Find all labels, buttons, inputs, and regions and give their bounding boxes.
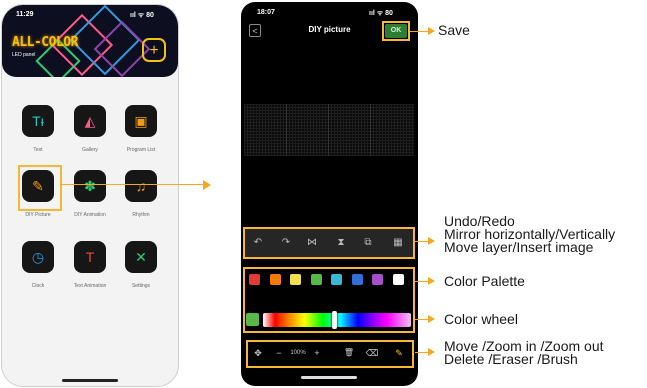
app-tile-gallery[interactable]: ◭	[74, 105, 106, 137]
clock-icon: ◷	[31, 248, 45, 265]
app-tile-clock[interactable]: ◷	[22, 241, 54, 273]
pointer-line-palette	[415, 281, 428, 282]
program-list-icon: ▣	[134, 112, 148, 129]
pointer-line-save	[410, 31, 428, 32]
app-label: DIY Picture	[25, 212, 51, 218]
diy-animation-icon: ✽	[84, 177, 96, 194]
label-move-insert: Move layer/Insert image	[444, 239, 594, 255]
label-delete-eraser-brush: Delete /Eraser /Brush	[444, 351, 578, 367]
highlight-box-palette	[243, 267, 415, 333]
connector-arrow-line	[60, 184, 204, 185]
canvas-divider	[286, 104, 287, 156]
app-label: Text Animation	[73, 283, 107, 289]
add-button[interactable]: +	[142, 38, 166, 62]
text-icon: Tᵼ	[32, 113, 44, 129]
highlight-box-ok	[382, 21, 410, 41]
pointer-head-save	[428, 27, 435, 35]
connector-arrow-head	[203, 180, 211, 190]
status-time: 18:07	[257, 9, 275, 16]
app-label: Program List	[126, 147, 156, 153]
app-label: Clock	[31, 283, 45, 289]
app-tile-text-animation[interactable]: T	[74, 241, 106, 273]
app-tile-rhythm[interactable]: ♫	[125, 170, 157, 202]
pointer-line-bottom	[415, 352, 428, 353]
home-indicator	[62, 379, 118, 382]
left-phone-screen: 11:29 ııl ᯤ 80 ALL-COLOR LED panel + Tᵼ T…	[1, 4, 179, 387]
app-tile-settings[interactable]: ✕	[125, 241, 157, 273]
app-tile-diy-animation[interactable]: ✽	[74, 170, 106, 202]
app-tile-text[interactable]: Tᵼ	[22, 105, 54, 137]
text-animation-icon: T	[85, 249, 95, 265]
app-tile-program-list[interactable]: ▣	[125, 105, 157, 137]
pointer-head-toolbar	[428, 237, 435, 245]
app-header: 11:29 ııl ᯤ 80 ALL-COLOR LED panel +	[2, 5, 178, 77]
pixel-canvas[interactable]	[244, 104, 414, 156]
canvas-divider	[328, 104, 329, 156]
highlight-box-diy-picture	[18, 165, 62, 211]
highlight-box-bottom-tools	[246, 340, 414, 368]
rhythm-icon: ♫	[135, 178, 147, 194]
label-save: Save	[438, 22, 470, 38]
home-indicator	[301, 376, 357, 379]
status-icons: ııl ᯤ 80	[369, 10, 393, 17]
pointer-line-toolbar	[415, 241, 428, 242]
pointer-head-bottom	[428, 348, 435, 356]
settings-icon: ✕	[135, 248, 147, 265]
canvas-divider	[370, 104, 371, 156]
brand-logo: ALL-COLOR	[12, 35, 78, 50]
right-phone-screen: 18:07 ııl ᯤ 80 < DIY picture OK ↶ ↷ ⋈ ⧗ ⧉ ▦ ✥…	[241, 2, 418, 386]
app-label: Text	[33, 147, 43, 153]
highlight-box-toolbar	[243, 227, 415, 259]
app-label: Settings	[131, 283, 151, 289]
app-label: Rhythm	[132, 212, 150, 218]
brand-subtitle: LED panel	[12, 52, 36, 58]
app-label: DIY Animation	[74, 212, 106, 218]
label-color-palette: Color Palette	[444, 273, 525, 289]
status-icons: ııl ᯤ 80	[130, 12, 154, 19]
app-label: Gallery	[82, 147, 98, 153]
gallery-icon: ◭	[84, 112, 96, 129]
pointer-head-wheel	[428, 315, 435, 323]
pointer-head-palette	[428, 277, 435, 285]
pointer-line-wheel	[415, 319, 428, 320]
status-time: 11:29	[16, 11, 34, 18]
label-color-wheel: Color wheel	[444, 311, 518, 327]
